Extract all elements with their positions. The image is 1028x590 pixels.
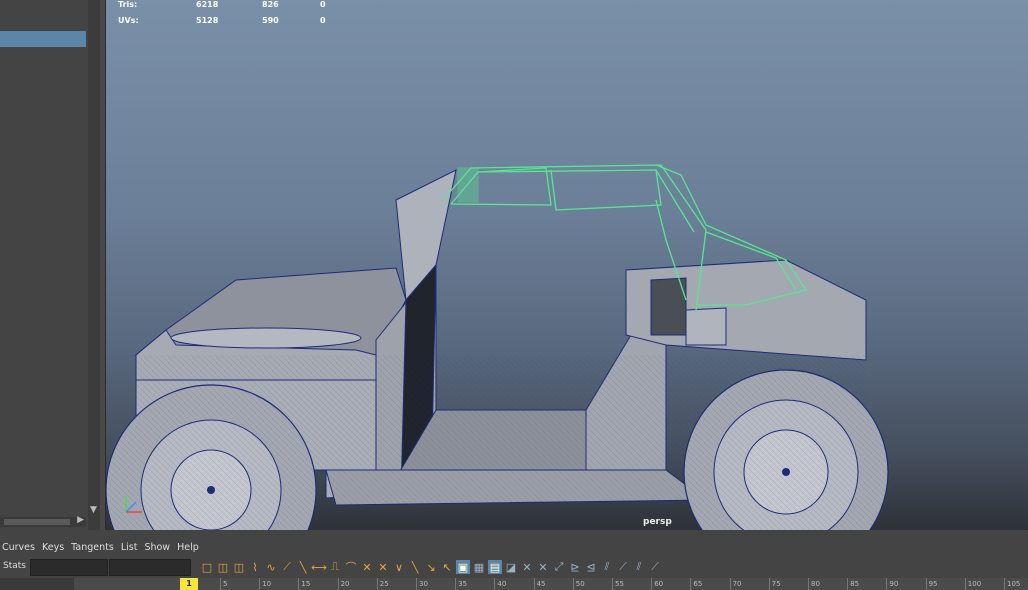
timeline-tick: 105 (1004, 578, 1020, 590)
step-tangent-icon[interactable]: ⎍ (328, 560, 342, 574)
timeline-tick: 85 (847, 578, 859, 590)
linear-tangent-icon[interactable]: ╲ (296, 560, 310, 574)
normalize-icon[interactable]: ▤ (488, 560, 502, 574)
menu-show[interactable]: Show (142, 542, 175, 553)
timeline-tick: 35 (455, 578, 467, 590)
curve-filter-icon[interactable]: ⟋ (648, 560, 662, 574)
insert-key-icon[interactable]: ↖ (440, 560, 454, 574)
key-tool-icon[interactable]: ↘ (424, 560, 438, 574)
graph-editor-menubar: Curves Keys Tangents List Show Help (0, 538, 1028, 556)
timeline-tick: 30 (416, 578, 428, 590)
menu-help[interactable]: Help (175, 542, 204, 553)
cycle-offset-icon[interactable]: ⊵ (568, 560, 582, 574)
scroll-right-arrow-icon[interactable]: ▶ (77, 515, 84, 525)
flat-tangent-icon[interactable]: ⟷ (311, 560, 327, 574)
denormalize-icon[interactable]: ◪ (504, 560, 518, 574)
menu-keys[interactable]: Keys (40, 542, 69, 553)
timeline-tick: 20 (337, 578, 350, 590)
timeline-tick: 80 (808, 578, 820, 590)
tangent-tools: □ ◫ ◫ ⌇ ∿ ⟋ ╲ ⟷ ⎍ ⌒ ✕ ✕ ∨ ╲ ↘ ↖ ▣ ▦ ▤ ◪ … (200, 559, 662, 575)
lock-weight-icon[interactable]: ╲ (408, 560, 422, 574)
time-slider-track[interactable]: 1 5 10 15 20 25 30 35 40 45 50 55 60 65 70 75 80 85 90 95 1… (74, 578, 1028, 590)
stats-value-field[interactable] (30, 559, 108, 576)
timeline-tick: 50 (572, 578, 585, 590)
unify-tangent-icon[interactable]: ✕ (376, 560, 390, 574)
time-slider[interactable]: 1 5 10 15 20 25 30 35 40 45 50 55 60 65 70 75 80 85 90 95 1… (0, 578, 1028, 590)
constant-extrapolate-icon[interactable]: ⟋ (616, 560, 630, 574)
vehicle-model[interactable] (106, 0, 1028, 530)
cycle-icon[interactable]: ⤢ (552, 560, 566, 574)
current-frame-marker[interactable]: 1 (180, 578, 198, 590)
auto-tangent-icon[interactable]: ⌇ (248, 560, 262, 574)
buffer-curve-icon[interactable]: ▣ (456, 560, 470, 574)
retime-icon[interactable]: ⫽ (632, 560, 646, 574)
frame-playback-icon[interactable]: ◫ (232, 560, 246, 574)
post-infinity-icon[interactable]: ✕ (536, 560, 550, 574)
timeline-tick: 100 (964, 578, 981, 590)
outliner-vertical-scrollbar[interactable]: ▼ (88, 0, 100, 530)
timeline-tick: 95 (925, 578, 938, 590)
menu-list[interactable]: List (119, 542, 143, 553)
timeline-tick: 45 (533, 578, 546, 590)
camera-name-label: persp (643, 517, 672, 527)
timeline-tick: 65 (690, 578, 702, 590)
stats-time-field[interactable] (109, 559, 191, 576)
outliner-panel: ▶ (0, 0, 89, 530)
swap-buffer-icon[interactable]: ▦ (472, 560, 486, 574)
linear-extrapolate-icon[interactable]: ⫽ (600, 560, 614, 574)
view-axis-icon (125, 496, 142, 513)
timeline-tick: 25 (376, 578, 389, 590)
timeline-tick: 10 (259, 578, 271, 590)
timeline-tick: 90 (886, 578, 898, 590)
stats-label: Stats (3, 561, 26, 571)
spline-tangent-icon[interactable]: ∿ (264, 560, 278, 574)
oscillate-icon[interactable]: ⊴ (584, 560, 598, 574)
free-weight-icon[interactable]: ∨ (392, 560, 406, 574)
plateau-tangent-icon[interactable]: ⌒ (344, 560, 358, 574)
timeline-tick: 55 (612, 578, 624, 590)
frame-all-icon[interactable]: □ (200, 560, 214, 574)
menu-tangents[interactable]: Tangents (69, 542, 119, 553)
perspective-viewport[interactable]: Tris: 6218 826 0 UVs: 5128 590 0 persp (106, 0, 1028, 530)
pre-infinity-icon[interactable]: ✕ (520, 560, 534, 574)
timeline-tick: 70 (729, 578, 742, 590)
scroll-down-arrow-icon[interactable]: ▼ (90, 505, 97, 515)
frame-selection-icon[interactable]: ◫ (216, 560, 230, 574)
timeline-tick: 40 (494, 578, 506, 590)
timeline-tick: 5 (220, 578, 227, 590)
clamped-tangent-icon[interactable]: ⟋ (280, 560, 294, 574)
graph-editor-toolbar: Stats □ ◫ ◫ ⌇ ∿ ⟋ ╲ ⟷ ⎍ ⌒ ✕ ✕ ∨ ╲ ↘ ↖ ▣ … (0, 556, 1028, 578)
timeline-tick: 60 (651, 578, 663, 590)
scrollbar-thumb[interactable] (4, 519, 70, 525)
break-tangent-icon[interactable]: ✕ (360, 560, 374, 574)
timeline-tick: 75 (768, 578, 781, 590)
menu-curves[interactable]: Curves (0, 542, 40, 553)
outliner-horizontal-scrollbar[interactable]: ▶ (0, 515, 86, 527)
timeline-tick: 15 (298, 578, 310, 590)
outliner-selected-row[interactable] (0, 31, 86, 47)
